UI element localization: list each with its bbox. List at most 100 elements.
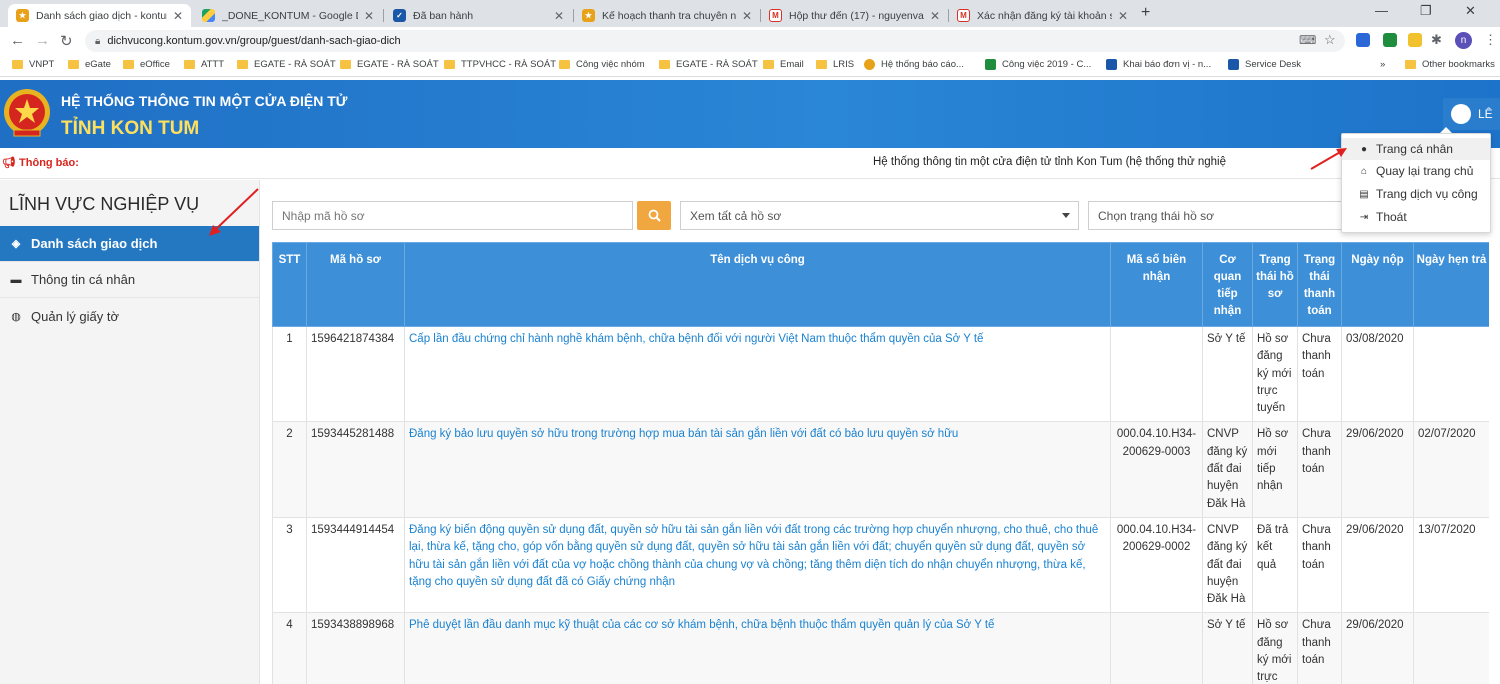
forward-icon[interactable]: → [35, 32, 50, 49]
service-link[interactable]: Cấp lần đầu chứng chỉ hành nghề khám bện… [404, 325, 1111, 423]
menu-item-quay-lai-trang-chu[interactable]: ⌂ Quay lại trang chủ [1342, 160, 1490, 182]
cell-ma-ho-so: 1593444914454 [306, 516, 405, 614]
menu-item-thoat[interactable]: ⇥ Thoát [1342, 206, 1490, 228]
bookmark-star-icon[interactable]: ☆ [1324, 32, 1336, 48]
site-title: HỆ THỐNG THÔNG TIN MỘT CỬA ĐIỆN TỬ [61, 93, 348, 109]
column-header: STT [272, 242, 307, 327]
close-tab-icon[interactable]: ✕ [930, 9, 940, 23]
bookmark-item[interactable]: Công việc nhóm [559, 59, 645, 70]
translate-icon[interactable]: ⌨ [1299, 33, 1316, 47]
briefcase-icon: ▬ [10, 273, 22, 286]
browser-tab[interactable]: M Hộp thư đến (17) - nguyenvanlin ✕ [761, 4, 948, 27]
browser-tab-active[interactable]: ★ Danh sách giao dịch - kontum e ✕ [8, 4, 191, 27]
bookmark-item[interactable]: TTPVHCC - RÀ SOÁT [444, 59, 556, 70]
url-bar[interactable]: 🔒︎ dichvucong.kontum.gov.vn/group/guest/… [85, 30, 1345, 52]
search-input[interactable] [282, 208, 632, 223]
reload-icon[interactable]: ↻ [60, 32, 73, 50]
close-tab-icon[interactable]: ✕ [742, 9, 752, 23]
extension-icon[interactable] [1408, 33, 1422, 47]
column-header: Tên dịch vụ công [404, 242, 1111, 327]
cell-stt: 3 [272, 516, 307, 614]
office-icon [1106, 59, 1117, 70]
notice-label: 📢︎ Thông báo: [2, 157, 79, 169]
bookmark-item[interactable]: LRIS [816, 59, 854, 70]
status-filter-select[interactable]: Chọn trạng thái hồ sơ [1088, 201, 1348, 230]
cell-ma-ho-so: 1593438898968 [306, 612, 405, 684]
notice-marquee-text: Hệ thống thông tin một cửa điện tử tỉnh … [873, 156, 1226, 168]
folder-icon [559, 60, 570, 69]
sidebar-item-thong-tin-ca-nhan[interactable]: ▬ Thông tin cá nhân [0, 262, 259, 298]
back-icon[interactable]: ← [10, 32, 25, 49]
tab-title: Xác nhận đăng ký tài khoản sử d [977, 9, 1112, 22]
view-filter-select[interactable]: Xem tất cả hồ sơ [680, 201, 1079, 230]
bookmark-item[interactable]: eGate [68, 59, 111, 70]
profile-avatar[interactable]: n [1455, 32, 1472, 49]
user-account-button[interactable]: LÊ [1443, 98, 1500, 130]
browser-tab[interactable]: ✓ Đã ban hành ✕ [385, 4, 572, 27]
table-row: 4 1593438898968 Phê duyệt lần đầu danh m… [272, 612, 1489, 684]
extension-icon[interactable] [1356, 33, 1370, 47]
national-emblem-icon [4, 89, 50, 137]
close-tab-icon[interactable]: ✕ [554, 9, 564, 23]
select-value: Chọn trạng thái hồ sơ [1098, 208, 1214, 223]
close-window-icon[interactable]: ✕ [1465, 3, 1476, 19]
annotation-arrow [1310, 148, 1347, 170]
other-bookmarks[interactable]: Other bookmarks [1405, 59, 1495, 70]
bookmark-item[interactable]: Hệ thống báo cáo... [864, 59, 964, 70]
bookmark-item[interactable]: ATTT [184, 59, 224, 70]
bookmark-item[interactable]: Khai báo đơn vị - n... [1106, 59, 1211, 70]
browser-tab[interactable]: _DONE_KONTUM - Google Drive ✕ [194, 4, 382, 27]
more-bookmarks-icon[interactable]: » [1380, 59, 1385, 70]
browser-menu-icon[interactable]: ⋮ [1484, 32, 1497, 48]
transactions-table: STT Mã hồ sơ Tên dịch vụ công Mã số biên… [272, 242, 1489, 684]
column-header: Ngày hẹn trả [1413, 242, 1489, 327]
cell-stt: 4 [272, 612, 307, 684]
minimize-icon[interactable]: — [1375, 3, 1388, 18]
cell-trang-thai-thanh-toan: Chưa thanh toán [1297, 612, 1342, 684]
search-field[interactable] [272, 201, 633, 230]
menu-item-trang-dich-vu-cong[interactable]: ▤ Trang dịch vụ công [1342, 183, 1490, 205]
extensions-puzzle-icon[interactable]: ✱ [1431, 32, 1442, 48]
home-icon: ⌂ [1360, 165, 1368, 177]
site-header: HỆ THỐNG THÔNG TIN MỘT CỬA ĐIỆN TỬ TỈNH … [0, 80, 1500, 148]
browser-tab[interactable]: ★ Kế hoạch thanh tra chuyên ngành ✕ [574, 4, 760, 27]
restore-icon[interactable]: ❐ [1420, 3, 1432, 19]
bookmark-item[interactable]: EGATE - RÀ SOÁT [237, 59, 336, 70]
service-link[interactable]: Phê duyệt lần đầu danh mục kỹ thuật của … [404, 612, 1111, 684]
column-header: Trạng thái thanh toán [1297, 242, 1342, 327]
bookmark-item[interactable]: Email [763, 59, 804, 70]
bookmark-item[interactable]: Công việc 2019 - C... [985, 59, 1091, 70]
bookmark-item[interactable]: VNPT [12, 59, 54, 70]
folder-icon [184, 60, 195, 69]
bookmarks-bar: VNPT eGate eOffice ATTT EGATE - RÀ SOÁT … [0, 55, 1500, 77]
new-tab-icon[interactable]: + [1141, 4, 1150, 22]
bookmark-item[interactable]: EGATE - RÀ SOÁT [659, 59, 758, 70]
url-text: dichvucong.kontum.gov.vn/group/guest/dan… [107, 35, 401, 47]
cell-ma-bien-nhan [1110, 612, 1203, 684]
megaphone-icon: 📢︎ [2, 157, 16, 169]
folder-icon [816, 60, 827, 69]
cell-co-quan: Sở Y tế [1202, 612, 1253, 684]
close-tab-icon[interactable]: ✕ [173, 9, 183, 23]
browser-tab[interactable]: M Xác nhận đăng ký tài khoản sử d ✕ [949, 4, 1136, 27]
menu-item-trang-ca-nhan[interactable]: ● Trang cá nhân [1342, 138, 1490, 160]
cell-stt: 1 [272, 325, 307, 423]
select-value: Xem tất cả hồ sơ [690, 208, 782, 223]
office-icon: ✓ [393, 9, 406, 22]
table-row: 2 1593445281488 Đăng ký bảo lưu quyền sở… [272, 421, 1489, 518]
close-tab-icon[interactable]: ✕ [1118, 9, 1128, 23]
sidebar-item-quan-ly-giay-to[interactable]: ◍ Quản lý giấy tờ [0, 298, 259, 334]
google-drive-icon [202, 9, 215, 22]
bookmark-item[interactable]: EGATE - RÀ SOÁT [340, 59, 439, 70]
service-link[interactable]: Đăng ký bảo lưu quyền sở hữu trong trườn… [404, 421, 1111, 518]
close-tab-icon[interactable]: ✕ [364, 9, 374, 23]
bookmark-item[interactable]: Service Desk [1228, 59, 1301, 70]
tab-title: Danh sách giao dịch - kontum e [36, 9, 167, 22]
cell-co-quan: CNVP đăng ký đất đai huyện Đăk Hà [1202, 421, 1253, 518]
folder-icon [1405, 60, 1416, 69]
service-link[interactable]: Đăng ký biến động quyền sử dụng đất, quy… [404, 516, 1111, 614]
bookmark-item[interactable]: eOffice [123, 59, 170, 70]
folder-icon [123, 60, 134, 69]
extension-icon[interactable] [1383, 33, 1397, 47]
search-button[interactable] [637, 201, 671, 230]
